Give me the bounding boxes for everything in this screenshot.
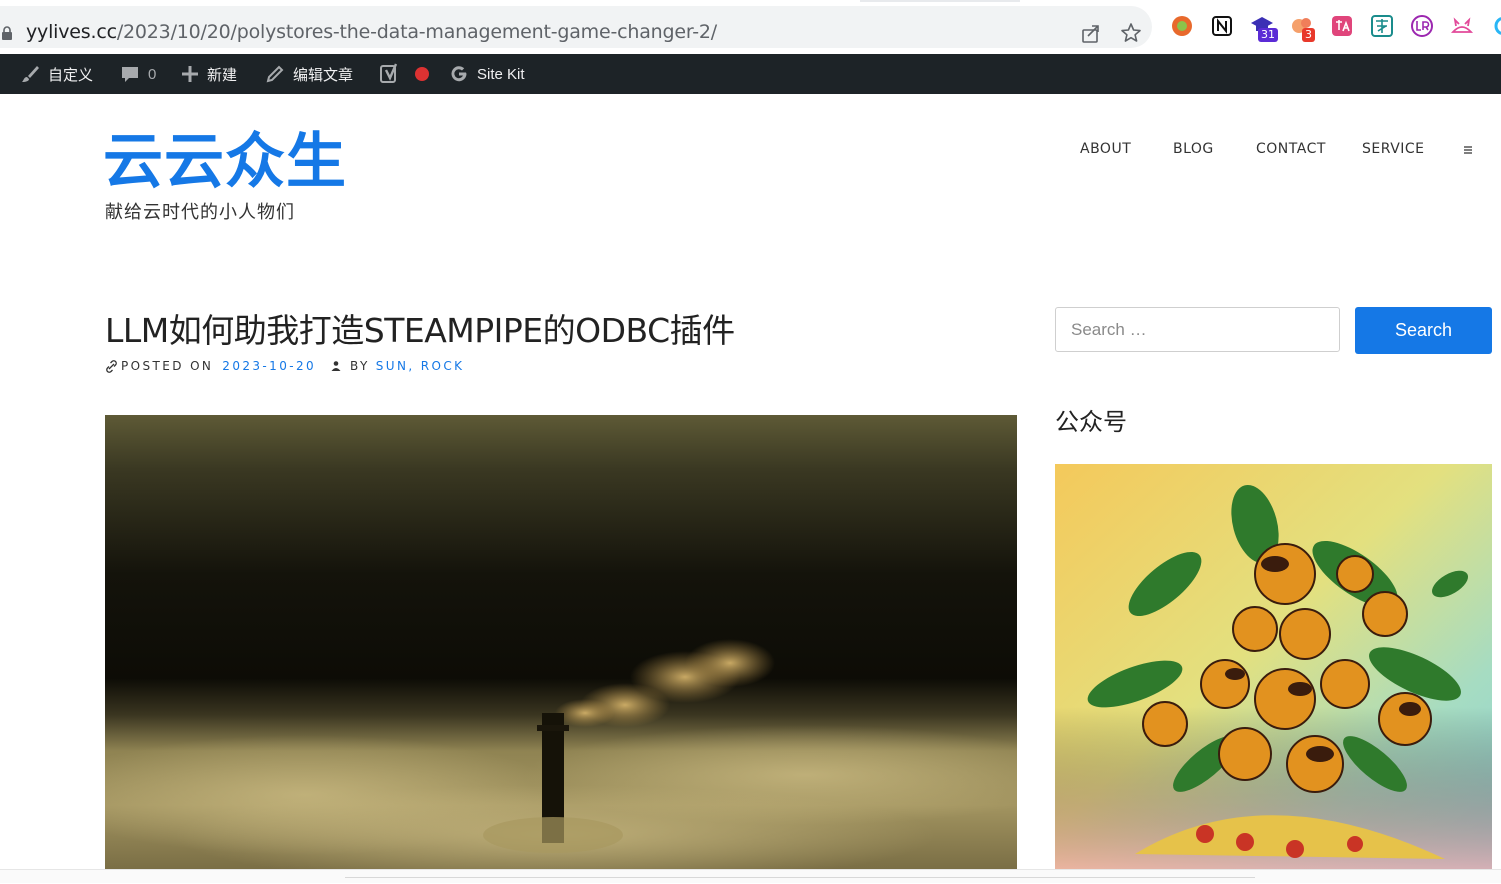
author-link[interactable]: SUN, ROCK: [376, 359, 465, 373]
google-g-icon: [451, 66, 467, 82]
graduation-cap-icon[interactable]: 31: [1250, 14, 1278, 42]
post-title: LLM如何助我打造STEAMPIPE的ODBC插件: [105, 311, 735, 350]
by-label: BY: [350, 359, 370, 373]
url-host: yylives.cc: [26, 21, 117, 43]
dictionary-icon[interactable]: [1370, 14, 1394, 38]
post-date-link[interactable]: 2023-10-20: [222, 359, 316, 373]
notion-icon[interactable]: [1210, 14, 1234, 38]
link-icon: [106, 359, 117, 373]
url-path: /2023/10/20/polystores-the-data-manageme…: [116, 21, 717, 43]
cat-icon[interactable]: [1450, 14, 1474, 38]
nav-item-contact[interactable]: CONTACT: [1256, 141, 1326, 157]
featured-image: [105, 415, 1017, 869]
yoast-icon: [380, 63, 398, 83]
extension-badge: 3: [1302, 28, 1315, 42]
lock-icon[interactable]: [0, 26, 14, 40]
comment-bubble-icon: [122, 67, 138, 82]
edit-post-menu[interactable]: 编辑文章: [265, 54, 353, 94]
share-icon[interactable]: [1080, 22, 1102, 44]
paintbrush-icon: [22, 66, 39, 82]
customize-menu[interactable]: 自定义: [20, 54, 93, 94]
new-content-menu[interactable]: 新建: [181, 54, 237, 94]
nav-item-blog[interactable]: BLOG: [1173, 141, 1214, 157]
extension-badge: 31: [1258, 28, 1278, 42]
nav-item-about[interactable]: ABOUT: [1080, 141, 1131, 157]
pencil-icon: [266, 65, 284, 83]
wp-admin-bar: 自定义 0 新建 编辑文章 Site Kit: [0, 54, 1501, 94]
new-label: 新建: [207, 66, 238, 84]
address-bar[interactable]: yylives.cc/2023/10/20/polystores-the-dat…: [0, 6, 1152, 48]
site-kit-menu[interactable]: Site Kit: [449, 54, 525, 94]
user-icon: [331, 361, 341, 371]
comments-menu[interactable]: 0: [120, 54, 156, 94]
hamburger-menu-icon[interactable]: [1463, 145, 1473, 155]
browser-toolbar: yylives.cc/2023/10/20/polystores-the-dat…: [0, 0, 1501, 54]
widget-title: 公众号: [1055, 408, 1127, 436]
edit-post-label: 编辑文章: [293, 66, 354, 84]
extension-partial-icon[interactable]: [1492, 14, 1501, 38]
post-meta: POSTED ON 2023-10-20 BY SUN, ROCK: [105, 359, 464, 373]
bottom-scroll-edge: [0, 869, 1501, 883]
cloud-icon[interactable]: 3: [1290, 14, 1315, 42]
nav-item-service[interactable]: SERVICE: [1362, 141, 1425, 157]
yoast-seo-menu[interactable]: [380, 54, 430, 94]
search-input[interactable]: [1055, 307, 1340, 352]
bookmark-star-icon[interactable]: [1120, 22, 1142, 44]
search-button[interactable]: Search: [1355, 307, 1492, 354]
url-text[interactable]: yylives.cc/2023/10/20/polystores-the-dat…: [26, 21, 717, 43]
posted-on-label: POSTED ON: [121, 359, 214, 373]
translate-icon[interactable]: [1330, 14, 1354, 38]
lr-icon[interactable]: [1410, 14, 1434, 38]
plus-icon: [182, 66, 198, 82]
tab-strip-edge: [860, 0, 1020, 2]
status-dot-icon: [415, 67, 429, 81]
site-tagline: 献给云时代的小人物们: [105, 202, 295, 223]
chrome-record-icon[interactable]: [1170, 14, 1194, 38]
wechat-official-account-image: [1055, 464, 1492, 869]
site-kit-label: Site Kit: [477, 65, 525, 83]
customize-label: 自定义: [48, 66, 94, 84]
site-title[interactable]: 云云众生: [103, 126, 347, 198]
comments-count: 0: [148, 65, 157, 83]
